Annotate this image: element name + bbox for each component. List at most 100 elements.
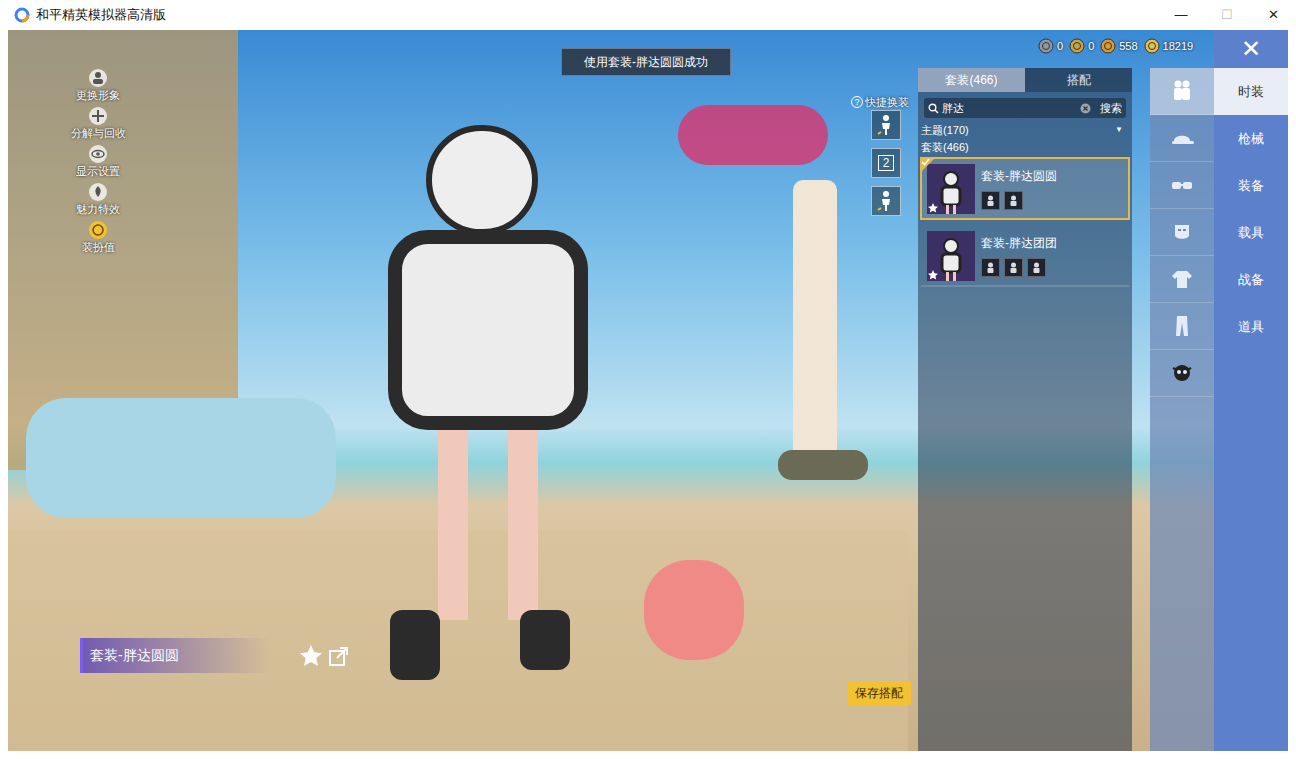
hat-icon: [1169, 125, 1195, 151]
slot-type-tab[interactable]: [1150, 350, 1214, 397]
search-field[interactable]: 胖达搜索: [924, 98, 1126, 118]
side-menu-item[interactable]: 更换形象: [76, 68, 120, 102]
category-tab[interactable]: 道具: [1214, 303, 1288, 350]
outfit-thumbnail: [927, 164, 975, 214]
star-icon: [928, 203, 938, 213]
currency-amount: 0: [1057, 38, 1063, 55]
side-menu-item[interactable]: 分解与回收: [71, 106, 126, 140]
currency-bar: 00 558 18219: [1038, 38, 1193, 55]
side-menu: 更换形象分解与回收显示设置魅力特效装扮值: [60, 68, 136, 254]
filter-arrow: ▼: [1115, 124, 1129, 136]
quick-slot[interactable]: 2: [871, 148, 901, 178]
car-shape: [26, 398, 336, 518]
panel-tabs: 套装(466)搭配: [918, 68, 1132, 92]
character-hood-shape: [426, 125, 538, 235]
panel-tab[interactable]: 搭配: [1025, 68, 1132, 92]
quick-slots: 2: [871, 110, 901, 216]
currency-amount: 558: [1119, 38, 1137, 55]
outfit-parts: [981, 191, 1057, 210]
part-icon: [1004, 258, 1023, 277]
currency-item: 0: [1038, 38, 1063, 55]
category-tab[interactable]: 装备: [1214, 162, 1288, 209]
outfit-figure-icon: [936, 170, 966, 214]
category-tab[interactable]: 战备: [1214, 256, 1288, 303]
clear-icon[interactable]: [1080, 103, 1091, 114]
side-menu-item[interactable]: 魅力特效: [76, 182, 120, 216]
maximize-button[interactable]: ☐: [1204, 0, 1250, 30]
quick-slot[interactable]: [871, 110, 901, 140]
outfit-panel: 套装(466)搭配胖达搜索主题(170)▼套装(466)套装-胖达圆圆套装-胖达…: [918, 68, 1132, 751]
slot-type-tab[interactable]: [1150, 256, 1214, 303]
side-menu-label: 装扮值: [82, 240, 115, 254]
category-tab[interactable]: 枪械: [1214, 115, 1288, 162]
close-window-button[interactable]: ✕: [1250, 0, 1296, 30]
part-icon: [981, 258, 1000, 277]
mask-icon: [1169, 219, 1195, 245]
outfit-name: 套装-胖达圆圆: [981, 167, 1057, 185]
character-shoe-shape: [520, 610, 570, 670]
game-view: 使用套装-胖达圆圆成功更换形象分解与回收显示设置魅力特效装扮值?快捷换装2005…: [8, 30, 1288, 751]
help-button[interactable]: ?: [851, 96, 863, 108]
part-icon: [1027, 258, 1046, 277]
section-title: 套装(466): [918, 139, 1132, 156]
panel-tab[interactable]: 套装(466): [918, 68, 1025, 92]
search-icon: [928, 103, 939, 114]
character-leg-shape: [438, 430, 468, 620]
preview-name: 套装-胖达圆圆: [90, 645, 179, 666]
slot-type-tab[interactable]: [1150, 68, 1214, 115]
window-title: 和平精英模拟器高清版: [36, 5, 166, 25]
outfit-info: 套装-胖达圆圆: [981, 167, 1057, 210]
pants-icon: [1169, 313, 1195, 339]
quick-slot[interactable]: [871, 186, 901, 216]
app-logo-icon: [14, 7, 30, 23]
slot-type-tabs: [1150, 68, 1214, 751]
category-tab[interactable]: 时装: [1214, 68, 1288, 115]
category-tab[interactable]: 载具: [1214, 209, 1288, 256]
app-window: 和平精英模拟器高清版 —☐✕ 使用套装-胖达圆圆成功更换形象分解与回收显示设置魅力…: [0, 0, 1296, 759]
toast-message: 使用套装-胖达圆圆成功: [561, 48, 731, 76]
top-icon: [1169, 266, 1195, 292]
outfit-item[interactable]: 套装-胖达圆圆: [920, 157, 1130, 220]
outfit-list: 套装-胖达圆圆套装-胖达团团: [918, 157, 1132, 287]
eye-icon: [88, 144, 108, 164]
recycle-icon: [88, 106, 108, 126]
slot-type-tab[interactable]: [1150, 303, 1214, 350]
save-button[interactable]: 保存搭配: [847, 681, 911, 705]
quick-change-label: 快捷换装: [865, 94, 909, 111]
outfit-info: 套装-胖达团团: [981, 234, 1057, 277]
outfit-name: 套装-胖达团团: [981, 234, 1057, 252]
slot-type-tab[interactable]: [1150, 162, 1214, 209]
part-icon: [1004, 191, 1023, 210]
currency-item: 18219: [1144, 38, 1194, 55]
side-menu-item[interactable]: 显示设置: [76, 144, 120, 178]
slot-type-tab[interactable]: [1150, 209, 1214, 256]
quick-change-header: ?快捷换装: [851, 94, 909, 111]
side-menu-item[interactable]: 装扮值: [82, 220, 115, 254]
badge-icon: [88, 220, 108, 240]
coin-icon: [1100, 38, 1116, 54]
glasses-icon: [1169, 172, 1195, 198]
search-value[interactable]: 胖达: [942, 100, 1077, 117]
scene: 使用套装-胖达圆圆成功更换形象分解与回收显示设置魅力特效装扮值?快捷换装2005…: [8, 30, 1288, 751]
outfit-name-banner: 套装-胖达圆圆: [80, 638, 270, 673]
character-leg-shape: [508, 430, 538, 620]
side-menu-label: 分解与回收: [71, 126, 126, 140]
coin-icon: [1069, 38, 1085, 54]
character-body-shape: [388, 230, 588, 430]
close-button[interactable]: ✕: [1214, 30, 1288, 68]
search-button[interactable]: 搜索: [1094, 100, 1122, 117]
currency-amount: 18219: [1163, 38, 1194, 55]
favorite-star-icon[interactable]: [300, 645, 322, 667]
slot-type-tab[interactable]: [1150, 115, 1214, 162]
helicopter-shape: [678, 105, 828, 165]
category-tabs: ✕时装枪械装备载具战备道具: [1214, 30, 1288, 751]
theme-filter[interactable]: 主题(170) ▼: [918, 122, 1132, 139]
outfit-item[interactable]: 套装-胖达团团: [920, 224, 1130, 287]
currency-item: 0: [1069, 38, 1094, 55]
share-icon[interactable]: [328, 646, 349, 667]
filter-label: 主题(170): [921, 122, 969, 139]
part-icon: [981, 191, 1000, 210]
right-columns: ✕时装枪械装备载具战备道具: [1150, 30, 1288, 751]
figure-icon: [877, 190, 895, 212]
minimize-button[interactable]: —: [1158, 0, 1204, 30]
